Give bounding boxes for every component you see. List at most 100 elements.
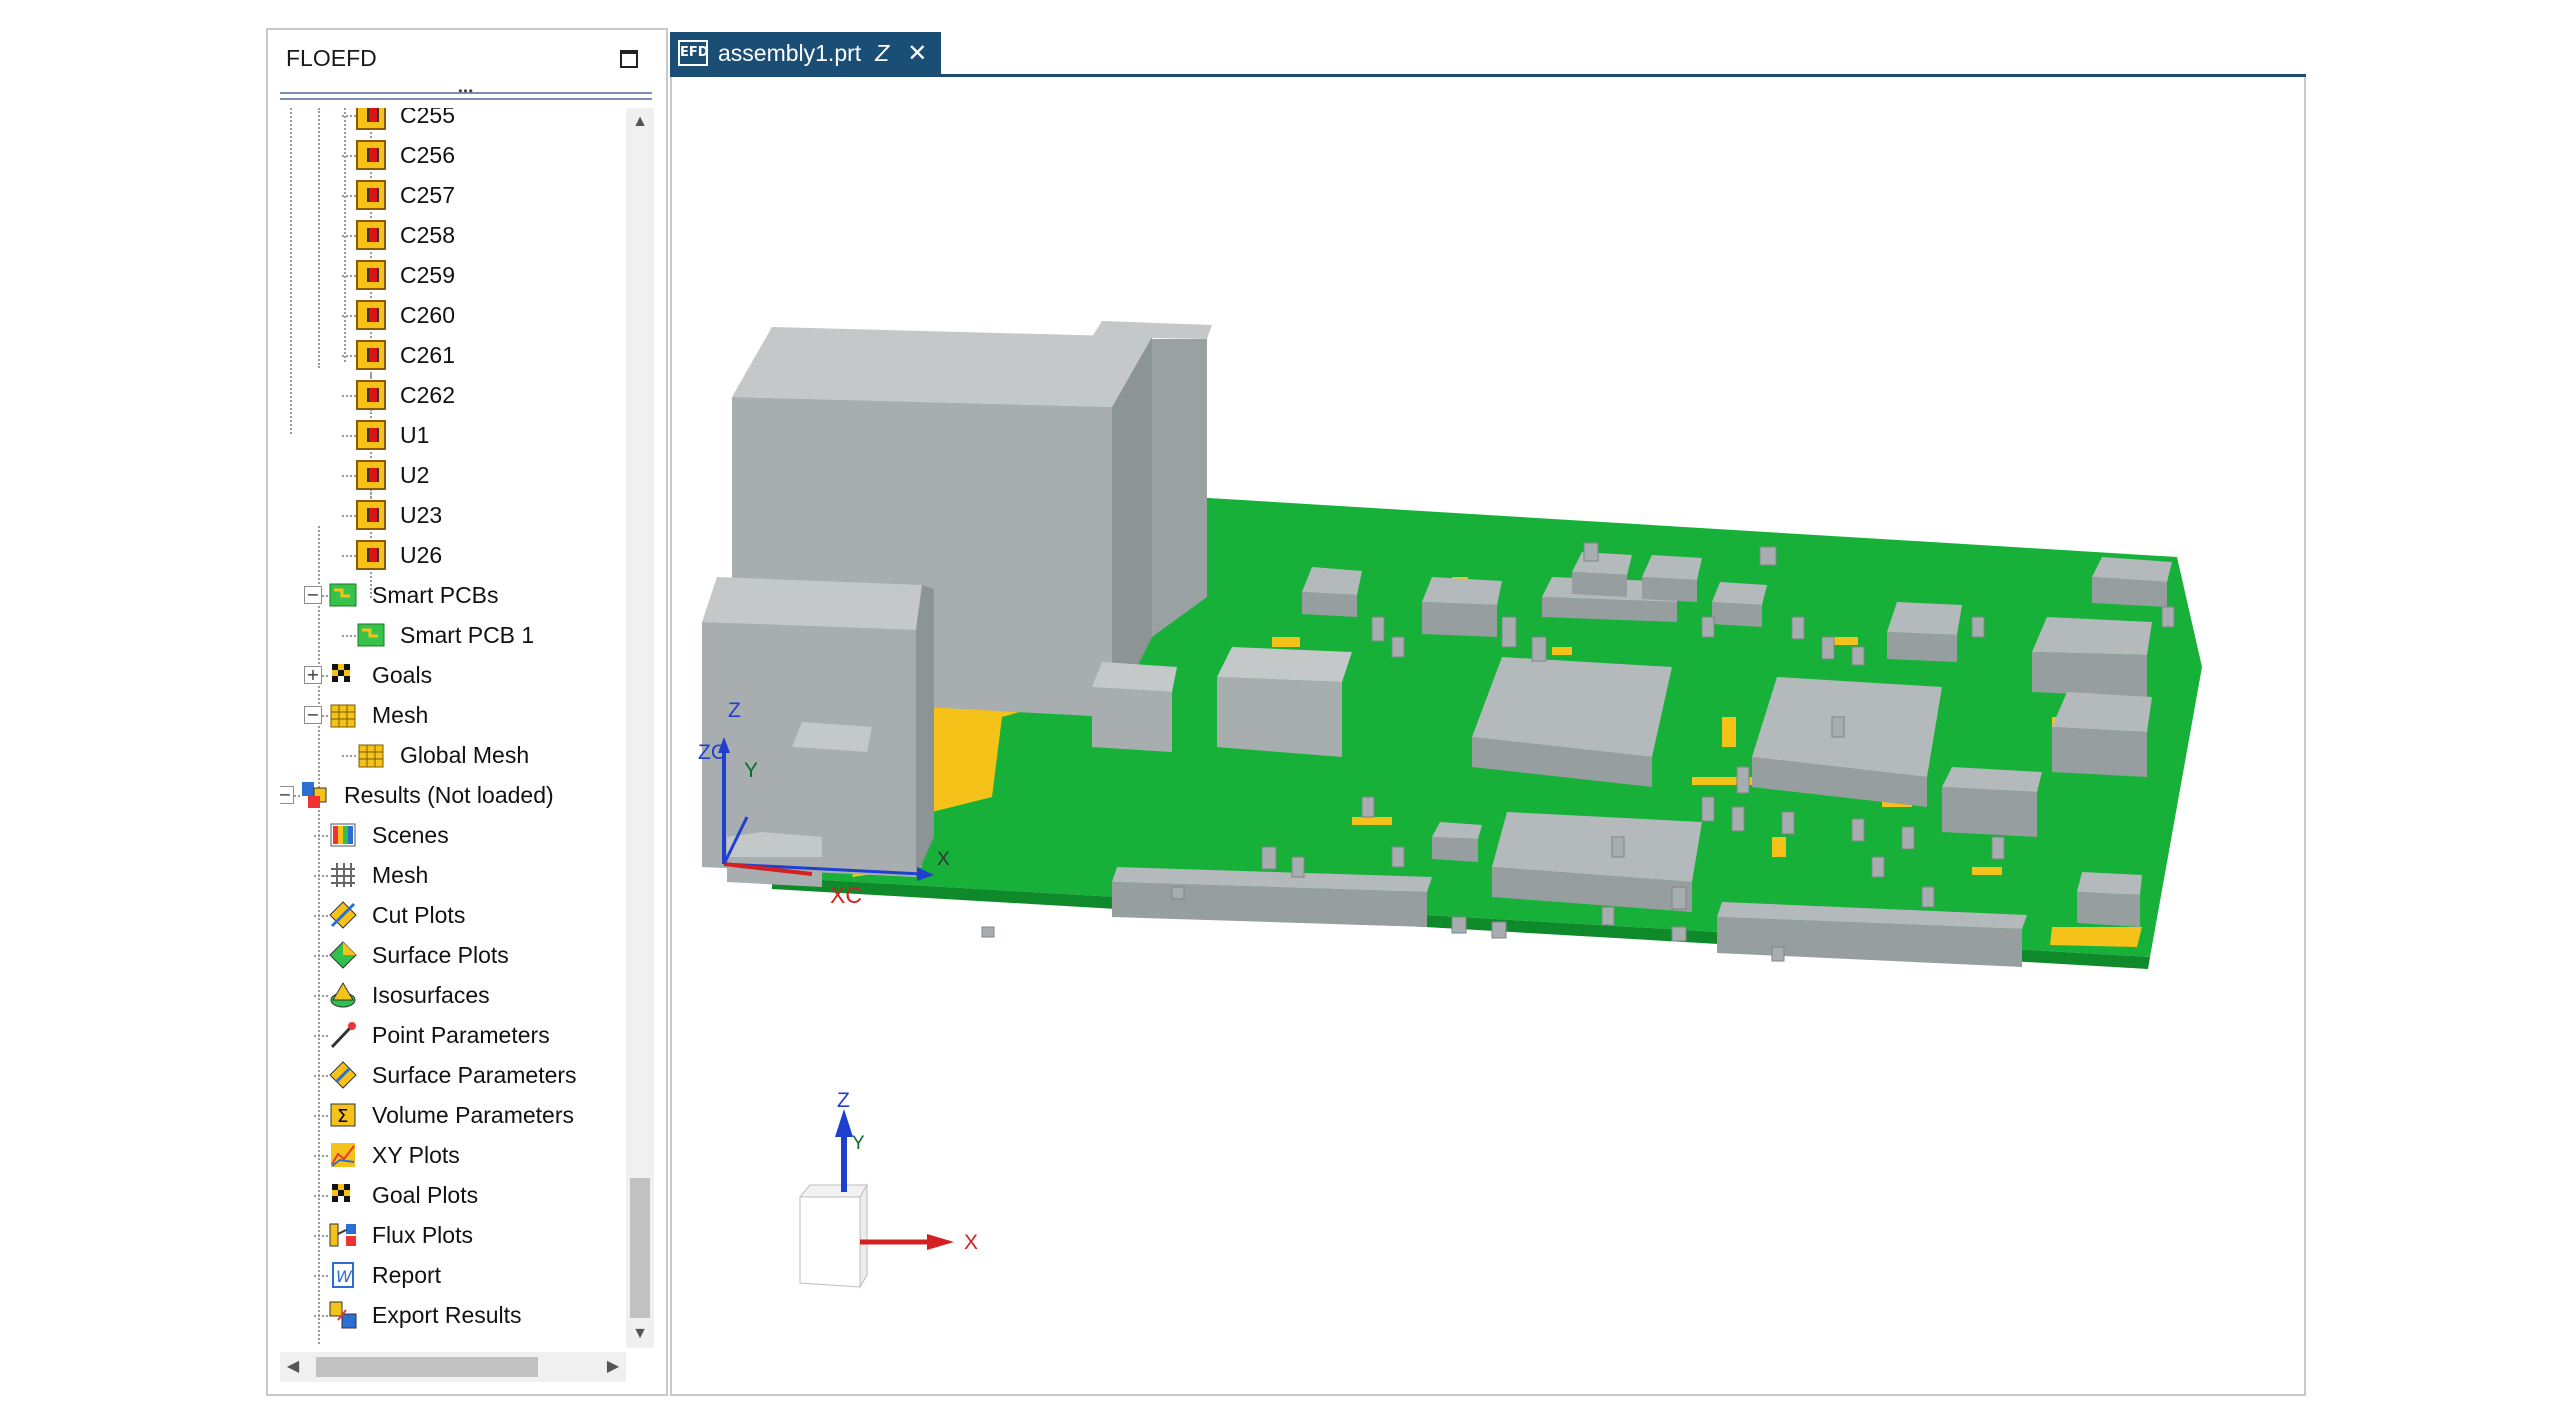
ic-front	[2077, 892, 2140, 927]
tree-item-c260[interactable]: C260	[356, 296, 455, 334]
tree-item-volume-parameters[interactable]: Σ Volume Parameters	[328, 1096, 574, 1134]
tree-item-scenes[interactable]: Scenes	[328, 816, 449, 854]
tree-item-label: C258	[400, 221, 455, 248]
tree-item-global-mesh[interactable]: Global Mesh	[356, 736, 529, 774]
tree-item-mesh[interactable]: Mesh	[328, 696, 428, 734]
3d-viewport[interactable]: Z ZC Y X XC Z Y X	[670, 77, 2306, 1396]
tree-item-u26[interactable]: U26	[356, 536, 442, 574]
tree-item-label: U23	[400, 501, 443, 528]
tree-connector	[342, 475, 356, 477]
component-icon	[356, 220, 386, 250]
ic-front	[1422, 602, 1497, 637]
tree-item-label: Flux Plots	[372, 1221, 473, 1248]
tree-item-surface-parameters[interactable]: Surface Parameters	[328, 1056, 577, 1094]
xy-plot-icon	[328, 1140, 358, 1170]
svg-text:W: W	[336, 1267, 353, 1286]
scroll-left-arrow-icon[interactable]: ◀	[280, 1352, 306, 1382]
triad-label-y: Y	[852, 1133, 865, 1154]
collapse-icon[interactable]: −	[280, 786, 294, 804]
tree-item-goal-plots[interactable]: Goal Plots	[328, 1176, 478, 1214]
tree-item-label: U2	[400, 461, 430, 488]
tree-item-point-parameters[interactable]: Point Parameters	[328, 1016, 550, 1054]
tree-connector	[314, 1035, 328, 1037]
housing-block-side	[1152, 339, 1207, 637]
tree-item-label: Report	[372, 1261, 442, 1288]
ic-front	[1217, 677, 1342, 757]
tree-item-label: Export Results	[372, 1301, 522, 1328]
tree-item-c262[interactable]: C262	[356, 376, 455, 414]
tree-connector	[342, 395, 356, 397]
collapse-icon[interactable]: −	[304, 706, 322, 724]
tree-item-goals[interactable]: Goals	[328, 656, 432, 694]
pcb-assembly-model[interactable]: Z ZC Y X XC Z Y X	[672, 77, 2304, 1396]
ic-front	[2052, 727, 2147, 777]
tree-line	[318, 108, 320, 368]
tree-item-u2[interactable]: U2	[356, 456, 429, 494]
svg-text:Σ: Σ	[337, 1106, 348, 1127]
tree-item-export-results[interactable]: Export Results	[328, 1296, 522, 1334]
tab-assembly1[interactable]: EFD assembly1.prt Z ✕	[670, 32, 942, 74]
mesh-icon	[328, 700, 358, 730]
tree-item-report[interactable]: W Report	[328, 1256, 441, 1294]
tree-item-label: Isosurfaces	[372, 981, 490, 1008]
vertical-scroll-thumb[interactable]	[630, 1178, 650, 1318]
feature-tree: C255 C256 C257 C258 C259 C260 C261 C262 U1 U2 U23 U…	[280, 108, 625, 1346]
expand-icon[interactable]: +	[304, 666, 322, 684]
tree-item-c258[interactable]: C258	[356, 216, 455, 254]
tree-item-label: Goal Plots	[372, 1181, 479, 1208]
view-triad[interactable]	[798, 1109, 954, 1289]
component-icon	[356, 500, 386, 530]
housing-block-top	[732, 327, 1152, 407]
collapse-icon[interactable]: −	[304, 586, 322, 604]
tree-item-mesh[interactable]: Mesh	[328, 856, 428, 894]
mesh-grid-icon	[328, 860, 358, 890]
tree-item-label: Goals	[372, 661, 433, 688]
tree-connector	[342, 555, 356, 557]
splitter-grip-icon: •••	[458, 84, 474, 98]
axis-label-zc: ZC	[698, 741, 726, 764]
tree-item-smart-pcb-1[interactable]: Smart PCB 1	[356, 616, 534, 654]
tree-item-surface-plots[interactable]: Surface Plots	[328, 936, 509, 974]
tree-horizontal-scrollbar[interactable]: ◀ ▶	[280, 1352, 626, 1382]
surface-plot-icon	[328, 940, 358, 970]
tree-item-cut-plots[interactable]: Cut Plots	[328, 896, 465, 934]
tree-item-flux-plots[interactable]: Flux Plots	[328, 1216, 473, 1254]
close-icon[interactable]: ✕	[907, 39, 927, 67]
ic-top	[1092, 662, 1177, 692]
tree-item-c255[interactable]: C255	[356, 108, 455, 134]
results-icon	[300, 780, 330, 810]
scroll-up-arrow-icon[interactable]: ▲	[626, 108, 654, 136]
tree-item-u1[interactable]: U1	[356, 416, 429, 454]
tree-item-c261[interactable]: C261	[356, 336, 455, 374]
scroll-right-arrow-icon[interactable]: ▶	[600, 1352, 626, 1382]
tree-item-xy-plots[interactable]: XY Plots	[328, 1136, 460, 1174]
tree-item-c256[interactable]: C256	[356, 136, 455, 174]
connector-block-side	[916, 585, 934, 877]
panel-splitter[interactable]: •••	[280, 84, 652, 100]
tree-item-label: C257	[400, 181, 455, 208]
floefd-panel: FLOEFD ••• C255 C256 C257 C258 C259 C260 C261 C…	[266, 28, 668, 1396]
tree-vertical-scrollbar[interactable]: ▲ ▼	[626, 108, 654, 1348]
tree-item-label: C259	[400, 261, 455, 288]
tree-item-label: C262	[400, 381, 455, 408]
tree-item-isosurfaces[interactable]: Isosurfaces	[328, 976, 490, 1014]
tree-item-c259[interactable]: C259	[356, 256, 455, 294]
tree-connector	[342, 275, 356, 277]
tree-item-smart-pcbs[interactable]: Smart PCBs	[328, 576, 499, 614]
ic-top	[1422, 577, 1502, 605]
tree-item-label: Smart PCB 1	[400, 621, 535, 648]
component-icon	[356, 260, 386, 290]
flux-plot-icon	[328, 1220, 358, 1250]
component-icon	[356, 540, 386, 570]
component-icon	[356, 380, 386, 410]
ic-front	[2032, 652, 2147, 697]
inductor-top	[792, 722, 872, 752]
horizontal-scroll-thumb[interactable]	[316, 1357, 538, 1377]
mesh-icon	[356, 740, 386, 770]
tree-item-results[interactable]: Results (Not loaded)	[300, 776, 554, 814]
maximize-panel-button[interactable]	[620, 50, 638, 68]
tree-item-u23[interactable]: U23	[356, 496, 442, 534]
scroll-down-arrow-icon[interactable]: ▼	[626, 1320, 654, 1348]
tree-item-c257[interactable]: C257	[356, 176, 455, 214]
ic-top	[1432, 822, 1482, 839]
